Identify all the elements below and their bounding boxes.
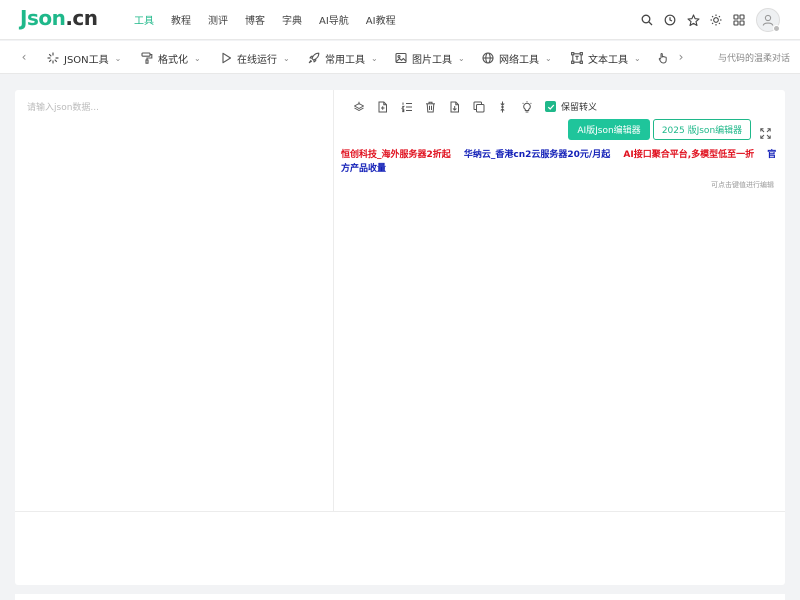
nav-blog[interactable]: 博客: [245, 12, 265, 27]
menu-image-tools-label: 图片工具: [412, 54, 452, 66]
menu-network-tools-label: 网络工具: [499, 54, 539, 66]
scroll-left-icon[interactable]: ‹: [18, 50, 30, 64]
menu-run-online[interactable]: 在线运行 ⌄: [221, 50, 290, 66]
file-icon[interactable]: [376, 100, 389, 113]
menu-run-online-label: 在线运行: [237, 54, 277, 66]
editor-panel: 保留转义 AI版Json编辑器 2025 版Json编辑器 恒创科技_海外服务器…: [15, 90, 785, 585]
status-dot: [773, 25, 780, 32]
ad-links: 恒创科技_海外服务器2折起 华纳云_香港cn2云服务器20元/月起 AI接口聚合…: [341, 148, 781, 176]
file-download-icon[interactable]: [448, 100, 461, 113]
chevron-down-icon: ⌄: [545, 53, 552, 63]
lower-panel-edge: [15, 594, 785, 600]
json-input[interactable]: [15, 90, 334, 511]
main-nav: 工具 教程 测评 博客 字典 AI导航 AI教程: [134, 12, 413, 27]
nav-ai-navigation[interactable]: AI导航: [319, 12, 349, 27]
fullscreen-icon[interactable]: [760, 124, 771, 139]
keep-escape-checkbox[interactable]: [545, 101, 556, 112]
lightbulb-icon[interactable]: [520, 100, 533, 113]
scroll-right-icon[interactable]: ›: [675, 50, 687, 64]
star-icon[interactable]: [686, 13, 700, 27]
menu-format[interactable]: 格式化 ⌄: [141, 50, 201, 66]
nav-tools[interactable]: 工具: [134, 12, 154, 27]
json-input-pane: [15, 90, 334, 511]
menu-text-tools-label: 文本工具: [588, 54, 628, 66]
text-frame-icon: [571, 52, 583, 64]
nav-ai-tutorials[interactable]: AI教程: [366, 12, 396, 27]
header-actions: [631, 8, 780, 32]
menu-json-tools-label: JSON工具: [64, 54, 109, 66]
menu-common-tools-label: 常用工具: [325, 54, 365, 66]
menu-common-tools[interactable]: 常用工具 ⌄: [308, 50, 378, 66]
menu-json-tools[interactable]: JSON工具 ⌄: [47, 50, 121, 66]
menu-image-tools[interactable]: 图片工具 ⌄: [395, 50, 465, 66]
menu-more-tools[interactable]: [658, 50, 674, 66]
layers-icon[interactable]: [352, 100, 365, 113]
grid-icon[interactable]: [732, 13, 746, 27]
trash-icon[interactable]: [424, 100, 437, 113]
tools-toolbar: ‹ JSON工具 ⌄ 格式化 ⌄ 在线运行 ⌄ 常用工具 ⌄ 图片工具 ⌄ 网络…: [0, 41, 800, 74]
pointer-hand-icon: [658, 53, 667, 64]
history-icon[interactable]: [663, 13, 677, 27]
nav-reviews[interactable]: 测评: [208, 12, 228, 27]
json-editor-2025-button[interactable]: 2025 版Json编辑器: [653, 119, 751, 140]
globe-icon: [482, 52, 494, 64]
list-ordered-icon[interactable]: [400, 100, 413, 113]
logo-cn: .cn: [65, 6, 98, 30]
spinner-icon: [47, 52, 59, 64]
check-icon: [547, 104, 554, 110]
copy-icon[interactable]: [472, 100, 485, 113]
paint-roller-icon: [141, 52, 153, 64]
chevron-down-icon: ⌄: [194, 53, 201, 63]
play-icon: [222, 52, 232, 64]
chevron-down-icon: ⌄: [634, 53, 641, 63]
json-output-pane: 保留转义 AI版Json编辑器 2025 版Json编辑器 恒创科技_海外服务器…: [335, 90, 785, 511]
menu-format-label: 格式化: [158, 54, 188, 66]
rocket-icon: [308, 52, 320, 64]
keep-escape-toggle[interactable]: 保留转义: [545, 100, 597, 113]
site-slogan: 与代码的温柔对话: [717, 54, 790, 64]
ad-link-huanayun[interactable]: 华纳云_香港cn2云服务器20元/月起: [464, 150, 610, 160]
menu-network-tools[interactable]: 网络工具 ⌄: [482, 50, 552, 66]
nav-dictionary[interactable]: 字典: [282, 12, 302, 27]
image-icon: [395, 52, 407, 64]
edit-hint: 可点击键值进行编辑: [711, 181, 774, 189]
chevron-down-icon: ⌄: [458, 53, 465, 63]
logo-json: Json: [20, 6, 66, 30]
site-logo[interactable]: Json.cn: [20, 6, 98, 30]
ad-link-hengchuang[interactable]: 恒创科技_海外服务器2折起: [341, 150, 451, 160]
compress-icon[interactable]: [496, 100, 509, 113]
nav-tutorials[interactable]: 教程: [171, 12, 191, 27]
avatar[interactable]: [756, 8, 780, 32]
ad-link-ai-api[interactable]: AI接口聚合平台,多模型低至一折: [623, 150, 754, 160]
top-header: Json.cn 工具 教程 测评 博客 字典 AI导航 AI教程: [0, 0, 800, 40]
chevron-down-icon: ⌄: [371, 53, 378, 63]
ai-json-editor-button[interactable]: AI版Json编辑器: [568, 119, 650, 140]
chevron-down-icon: ⌄: [283, 53, 290, 63]
keep-escape-label: 保留转义: [561, 103, 598, 113]
search-icon[interactable]: [640, 13, 654, 27]
chevron-down-icon: ⌄: [114, 53, 122, 63]
menu-text-tools[interactable]: 文本工具 ⌄: [571, 50, 641, 66]
theme-sun-icon[interactable]: [709, 13, 723, 27]
editor-tools: 保留转义: [352, 100, 597, 113]
divider: [15, 511, 785, 512]
